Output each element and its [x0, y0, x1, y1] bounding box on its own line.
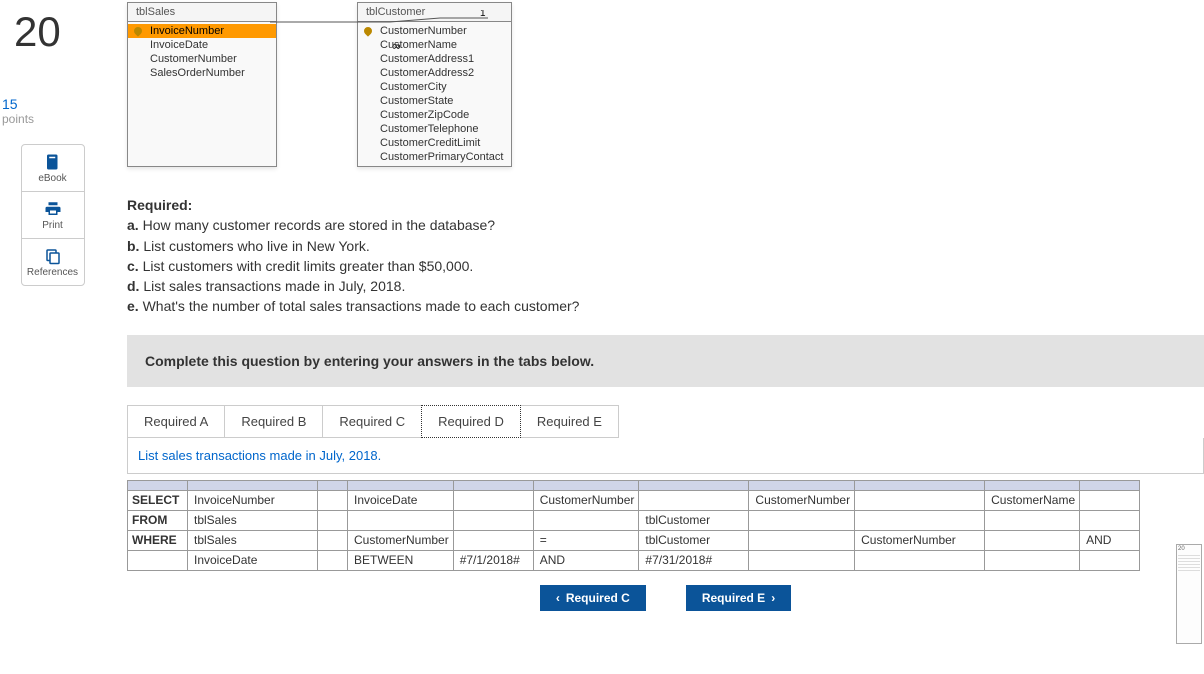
sql-cell[interactable] — [453, 530, 533, 550]
prev-tab-label: Required C — [566, 591, 630, 605]
sql-cell[interactable]: CustomerName — [985, 490, 1080, 510]
sql-cell[interactable]: InvoiceDate — [348, 490, 454, 510]
references-button[interactable]: References — [21, 238, 85, 286]
sql-cell[interactable] — [1080, 510, 1140, 530]
tab-required-b[interactable]: Required B — [224, 405, 323, 438]
schema-field[interactable]: CustomerState — [358, 94, 511, 108]
instruction-bar: Complete this question by entering your … — [127, 335, 1204, 387]
required-item: a. How many customer records are stored … — [127, 215, 1204, 235]
next-tab-label: Required E — [702, 591, 765, 605]
sql-cell[interactable]: CustomerNumber — [749, 490, 855, 510]
sql-cell[interactable] — [453, 510, 533, 530]
sql-keyword: SELECT — [128, 490, 188, 510]
schema-diagram: ∞ 1 tblSalesInvoiceNumberInvoiceDateCust… — [115, 0, 1204, 167]
schema-table-title: tblCustomer — [358, 3, 511, 22]
schema-table-title: tblSales — [128, 3, 276, 22]
page-thumbnail[interactable]: 20 — [1176, 544, 1202, 644]
references-label: References — [27, 267, 78, 278]
sql-cell[interactable]: #7/31/2018# — [639, 550, 749, 570]
sql-cell[interactable] — [318, 510, 348, 530]
ebook-button[interactable]: eBook — [21, 144, 85, 192]
tab-required-e[interactable]: Required E — [520, 405, 619, 438]
sql-cell[interactable] — [318, 550, 348, 570]
print-icon — [44, 200, 62, 218]
task-description: List sales transactions made in July, 20… — [127, 438, 1204, 474]
sql-cell[interactable]: = — [533, 530, 639, 550]
print-button[interactable]: Print — [21, 191, 85, 239]
chevron-right-icon: › — [771, 591, 775, 605]
schema-field[interactable]: CustomerZipCode — [358, 108, 511, 122]
sql-cell[interactable] — [348, 510, 454, 530]
schema-field[interactable]: CustomerName — [358, 38, 511, 52]
sql-cell[interactable]: BETWEEN — [348, 550, 454, 570]
question-number: 20 — [0, 0, 61, 56]
sql-cell[interactable]: tblSales — [188, 530, 318, 550]
sql-cell[interactable] — [639, 490, 749, 510]
schema-field[interactable]: CustomerCity — [358, 80, 511, 94]
sql-cell[interactable]: CustomerNumber — [348, 530, 454, 550]
required-title: Required: — [127, 195, 1204, 215]
sql-cell[interactable] — [533, 510, 639, 530]
schema-field[interactable]: CustomerAddress1 — [358, 52, 511, 66]
sql-cell[interactable] — [985, 550, 1080, 570]
sql-keyword: WHERE — [128, 530, 188, 550]
schema-field[interactable]: CustomerTelephone — [358, 122, 511, 136]
sql-cell[interactable] — [749, 550, 855, 570]
sql-cell[interactable]: #7/1/2018# — [453, 550, 533, 570]
sql-cell[interactable] — [855, 550, 985, 570]
sql-grid: SELECTInvoiceNumber InvoiceDate CustomerNu… — [127, 480, 1204, 571]
required-item: e. What's the number of total sales tran… — [127, 296, 1204, 316]
schema-field[interactable]: InvoiceNumber — [128, 24, 276, 38]
sql-cell[interactable]: AND — [1080, 530, 1140, 550]
required-item: c. List customers with credit limits gre… — [127, 256, 1204, 276]
prev-tab-button[interactable]: ‹ Required C — [540, 585, 646, 611]
tab-required-d[interactable]: Required D — [421, 405, 521, 438]
sql-cell[interactable] — [453, 490, 533, 510]
sql-keyword: FROM — [128, 510, 188, 530]
sql-cell[interactable]: CustomerNumber — [855, 530, 985, 550]
required-item: b. List customers who live in New York. — [127, 236, 1204, 256]
sql-cell[interactable] — [855, 490, 985, 510]
sql-cell[interactable] — [985, 530, 1080, 550]
references-icon — [44, 247, 62, 265]
tab-required-c[interactable]: Required C — [322, 405, 422, 438]
sql-cell[interactable] — [985, 510, 1080, 530]
schema-table-tblSales[interactable]: tblSales InvoiceNumberInvoiceDateCustomer… — [127, 2, 277, 167]
schema-field[interactable]: CustomerPrimaryContact — [358, 150, 511, 164]
sql-cell[interactable]: tblSales — [188, 510, 318, 530]
sql-cell[interactable] — [1080, 550, 1140, 570]
schema-field[interactable]: InvoiceDate — [128, 38, 276, 52]
book-icon — [44, 153, 62, 171]
ebook-label: eBook — [38, 173, 66, 184]
print-label: Print — [42, 220, 63, 231]
points-label: points — [2, 112, 34, 126]
sql-cell[interactable] — [318, 530, 348, 550]
sql-cell[interactable] — [855, 510, 985, 530]
tab-row: Required ARequired BRequired CRequired D… — [127, 405, 1204, 438]
schema-table-tblCustomer[interactable]: tblCustomerCustomerNumberCustomerNameCus… — [357, 2, 512, 167]
sql-cell[interactable]: CustomerNumber — [533, 490, 639, 510]
chevron-left-icon: ‹ — [556, 591, 560, 605]
sql-keyword — [128, 550, 188, 570]
next-tab-button[interactable]: Required E › — [686, 585, 791, 611]
sql-cell[interactable]: tblCustomer — [639, 530, 749, 550]
sql-cell[interactable] — [1080, 490, 1140, 510]
sql-cell[interactable] — [749, 510, 855, 530]
required-item: d. List sales transactions made in July,… — [127, 276, 1204, 296]
schema-field[interactable]: CustomerCreditLimit — [358, 136, 511, 150]
points-value: 15 — [2, 96, 34, 112]
sql-cell[interactable] — [749, 530, 855, 550]
sql-cell[interactable]: InvoiceDate — [188, 550, 318, 570]
sql-cell[interactable]: InvoiceNumber — [188, 490, 318, 510]
sql-cell[interactable]: tblCustomer — [639, 510, 749, 530]
tab-required-a[interactable]: Required A — [127, 405, 225, 438]
schema-field[interactable]: SalesOrderNumber — [128, 66, 276, 80]
schema-field[interactable]: CustomerNumber — [358, 24, 511, 38]
sql-cell[interactable]: AND — [533, 550, 639, 570]
schema-field[interactable]: CustomerNumber — [128, 52, 276, 66]
sql-cell[interactable] — [318, 490, 348, 510]
schema-field[interactable]: CustomerAddress2 — [358, 66, 511, 80]
